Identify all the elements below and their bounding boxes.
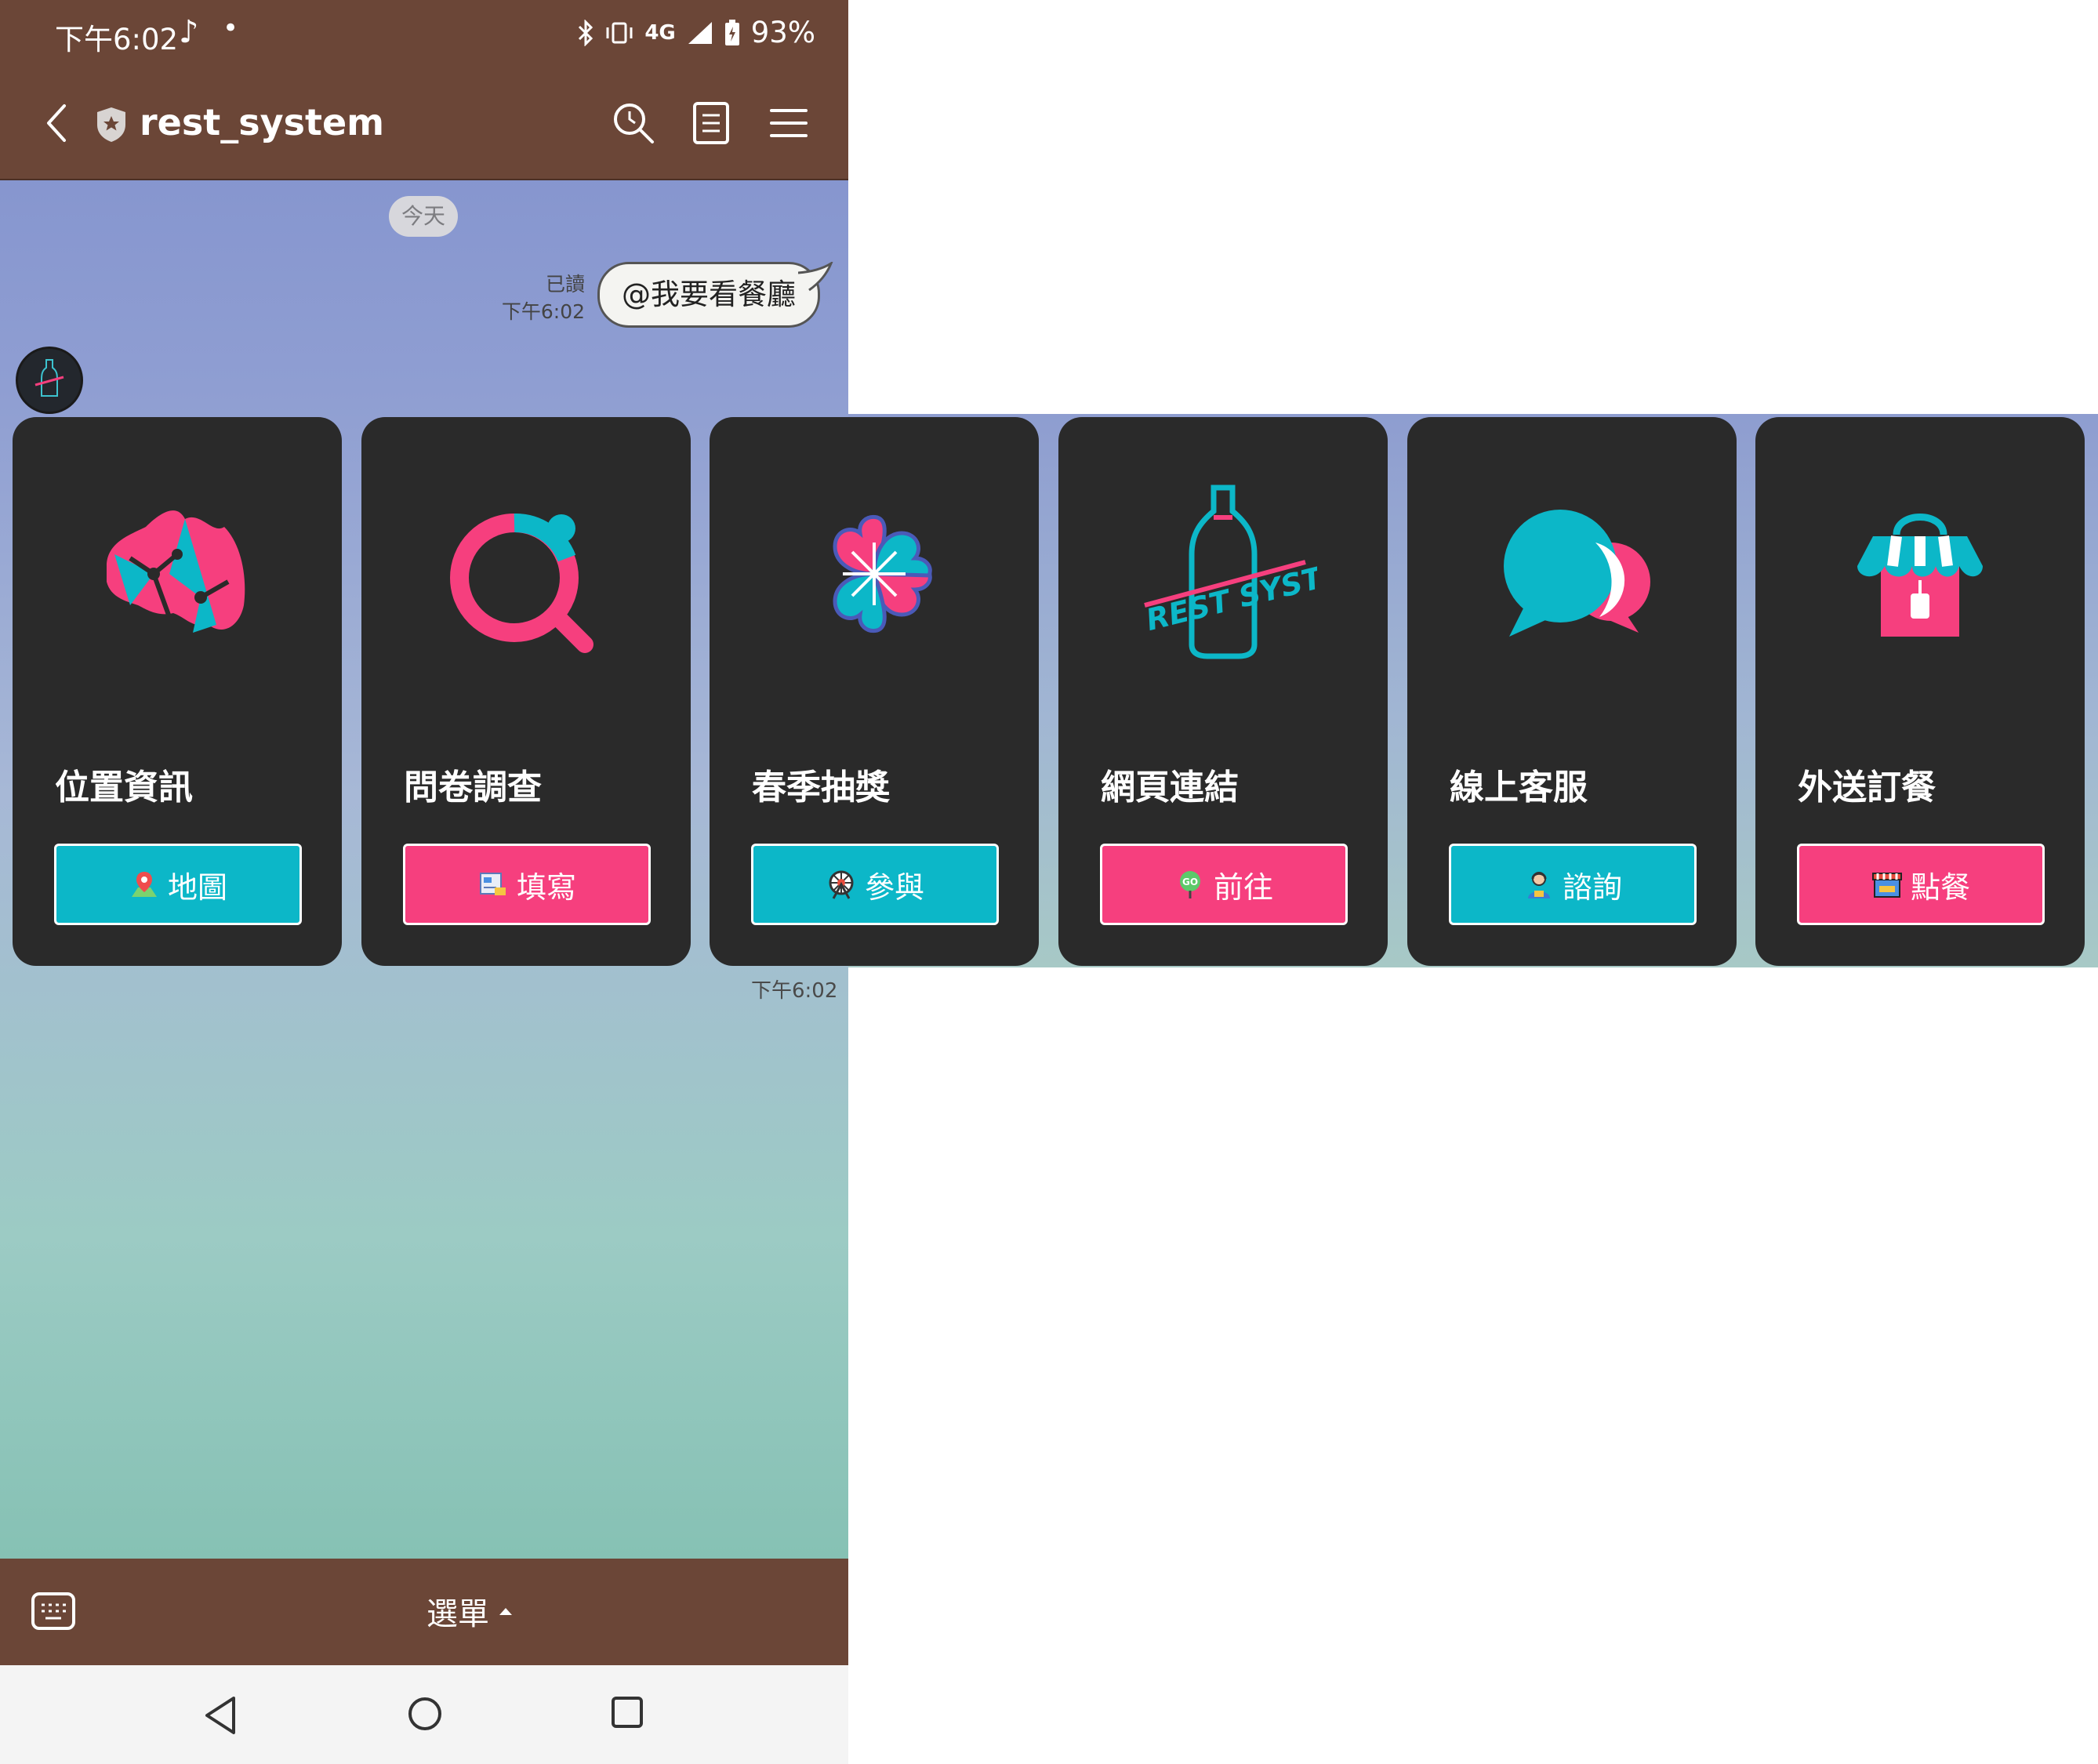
read-receipt: 已讀 — [545, 273, 585, 296]
card-title: 網頁連結 — [1101, 768, 1239, 808]
rest-system-logo-icon — [34, 359, 64, 397]
survey-search-icon — [450, 514, 593, 653]
shield-icon — [97, 107, 125, 142]
ferris-wheel-emoji-icon — [829, 870, 854, 899]
chevron-left-icon[interactable] — [38, 101, 77, 145]
form-emoji-icon — [479, 873, 506, 895]
bot-message-time: 下午6:02 — [751, 979, 838, 1003]
map-pin-emoji-icon — [131, 872, 157, 897]
card-title: 春季抽獎 — [752, 768, 890, 808]
card-support: 線上客服 諮詢 — [1407, 417, 1737, 966]
caret-up-icon — [499, 1608, 512, 1615]
hamburger-menu-icon[interactable] — [770, 104, 808, 142]
consult-button[interactable]: 諮詢 — [1449, 844, 1697, 925]
card-title: 外送訂餐 — [1798, 768, 1936, 808]
battery-icon — [724, 19, 739, 45]
card-location: 位置資訊 地圖 — [13, 417, 342, 966]
notification-dot-icon: • — [223, 13, 239, 44]
button-label: 諮詢 — [1562, 869, 1622, 905]
button-label: 點餐 — [1910, 869, 1970, 905]
music-note-icon: ♪ — [179, 14, 199, 50]
status-time: 下午6:02 — [55, 23, 179, 56]
search-icon[interactable] — [612, 101, 655, 145]
chat-title: rest_system — [140, 101, 385, 143]
card-lottery: 春季抽獎 參與 — [710, 417, 1039, 966]
notes-icon[interactable] — [691, 101, 731, 145]
button-label: 參與 — [864, 869, 924, 905]
card-weblink: REST SYSTEM 網頁連結 GO 前往 — [1058, 417, 1388, 966]
svg-text:GO: GO — [1182, 877, 1198, 887]
nav-home-icon[interactable] — [406, 1695, 444, 1733]
rich-menu-toggle[interactable]: 選單 — [426, 1588, 513, 1634]
battery-percent: 93% — [750, 16, 815, 49]
user-message-bubble[interactable]: @我要看餐廳 — [597, 262, 820, 328]
bottom-menu-bar: 選單 — [0, 1559, 848, 1665]
agent-emoji-icon — [1527, 872, 1550, 898]
svg-text:REST SYSTEM: REST SYSTEM — [1142, 548, 1317, 637]
rest-system-bottle-icon: REST SYSTEM — [1142, 485, 1317, 659]
keyboard-icon[interactable] — [31, 1592, 75, 1631]
avatar[interactable] — [16, 347, 83, 414]
order-button[interactable]: 點餐 — [1797, 844, 2045, 925]
chat-bubbles-icon — [1504, 510, 1650, 637]
card-survey: 問卷調查 填寫 — [361, 417, 691, 966]
flex-carousel: 位置資訊 地圖 問卷調查 填寫 春季抽獎 參與 REST SYSTEM 網頁連結… — [13, 417, 2098, 967]
network-type: 4G — [644, 20, 676, 45]
shop-bag-icon — [1857, 514, 1983, 637]
bubble-tail — [798, 262, 833, 292]
button-label: 前往 — [1213, 869, 1273, 905]
card-delivery: 外送訂餐 點餐 — [1755, 417, 2085, 966]
card-title: 問卷調查 — [404, 768, 542, 808]
card-title: 線上客服 — [1450, 768, 1588, 808]
nav-recent-icon[interactable] — [610, 1695, 644, 1730]
join-lottery-button[interactable]: 參與 — [751, 844, 999, 925]
go-link-button[interactable]: GO 前往 — [1100, 844, 1348, 925]
map-button[interactable]: 地圖 — [54, 844, 302, 925]
vibrate-icon — [606, 22, 633, 43]
button-label: 地圖 — [167, 869, 227, 905]
go-pin-emoji-icon: GO — [1179, 871, 1200, 898]
system-nav-bar — [0, 1665, 848, 1764]
nav-back-icon[interactable] — [202, 1695, 240, 1736]
store-emoji-icon — [1871, 873, 1902, 898]
card-title: 位置資訊 — [55, 768, 193, 808]
date-separator: 今天 — [389, 196, 458, 237]
fill-survey-button[interactable]: 填寫 — [403, 844, 651, 925]
chat-header: rest_system — [0, 68, 848, 180]
signal-icon — [688, 21, 712, 44]
clover-icon — [833, 514, 932, 633]
bluetooth-icon — [579, 19, 593, 46]
button-label: 填寫 — [516, 869, 576, 905]
message-time: 下午6:02 — [501, 300, 585, 323]
status-bar: 下午6:02 ♪ • 4G 93% — [0, 0, 848, 68]
menu-label: 選單 — [426, 1596, 489, 1632]
status-indicators: 4G 93% — [577, 16, 815, 49]
map-icon — [107, 510, 245, 633]
